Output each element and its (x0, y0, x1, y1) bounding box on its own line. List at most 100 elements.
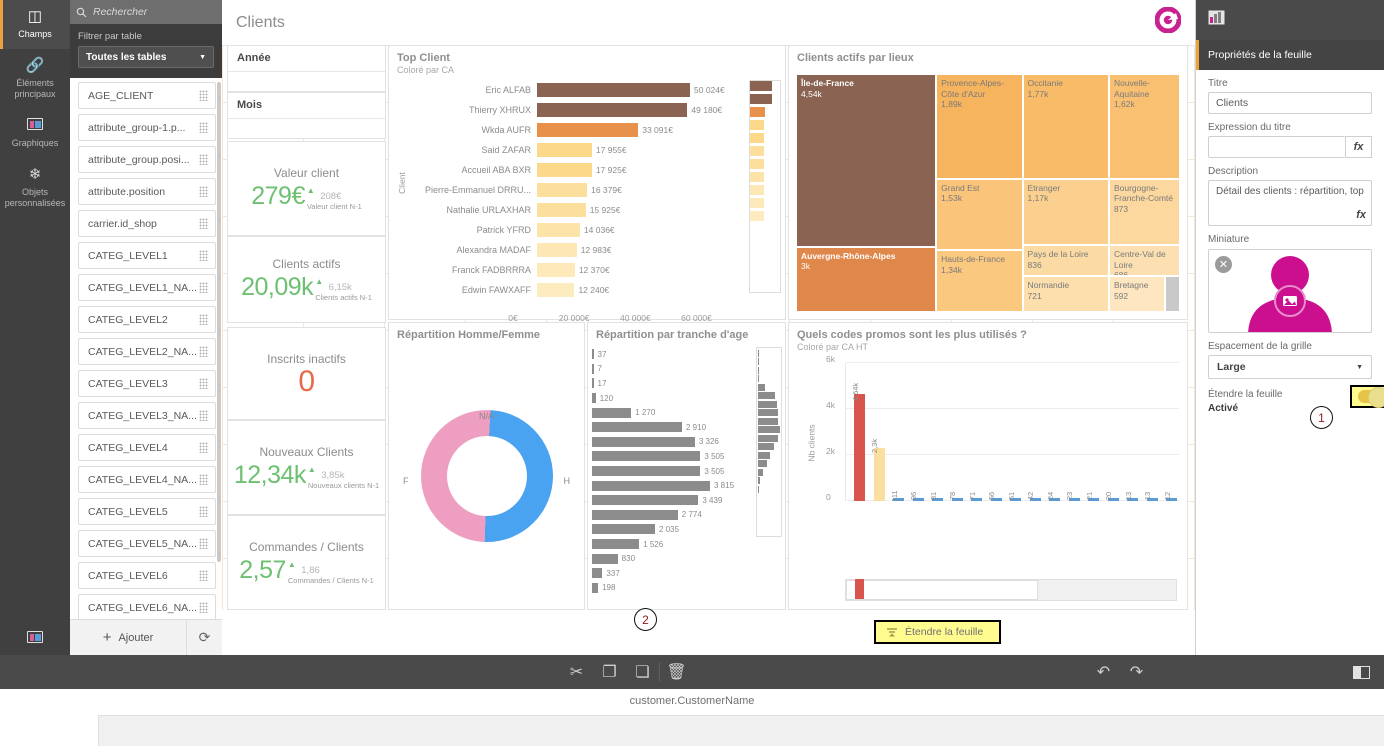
bar-chart-row[interactable]: Pierre-Emmanuel DRRU... 16 379€ (419, 180, 741, 200)
age-bar-row[interactable]: 198 (592, 581, 753, 596)
field-item[interactable]: attribute_group.posi... (78, 146, 216, 173)
bar-chart-row[interactable]: Wkda AUFR 33 091€ (419, 120, 741, 140)
chart-repartition-homme-femme[interactable]: Répartition Homme/Femme N/A H F (388, 322, 585, 610)
age-bar[interactable] (592, 451, 701, 462)
kpi-nouveaux-clients[interactable]: Nouveaux Clients 12,34k ▲ 3,85k Nouveaux… (227, 420, 386, 515)
field-item[interactable]: CATEG_LEVEL3 (78, 370, 216, 397)
bar-chart-row[interactable]: Thierry XHRUX 49 180€ (419, 100, 741, 120)
bar[interactable] (537, 283, 575, 297)
age-bar[interactable] (592, 349, 594, 360)
bar-chart-row[interactable]: Patrick YFRD 14 036€ (419, 220, 741, 240)
promo-chart-scrollbar[interactable] (845, 579, 1177, 601)
drag-handle-icon[interactable] (199, 410, 208, 421)
age-bar-row[interactable]: 3 815 (592, 478, 753, 493)
age-bar-row[interactable]: 120 (592, 391, 753, 406)
drag-handle-icon[interactable] (199, 570, 208, 581)
age-bar-row[interactable]: 7 (592, 362, 753, 377)
treemap-cell[interactable]: Bretagne 592 (1108, 276, 1165, 312)
drag-handle-icon[interactable] (199, 186, 208, 197)
treemap-cell[interactable]: Nouvelle-Aquitaine 1,62k (1108, 74, 1180, 179)
age-bar-row[interactable]: 2 035 (592, 522, 753, 537)
promo-bar[interactable]: 24 (1046, 492, 1060, 501)
field-item[interactable]: CATEG_LEVEL5 (78, 498, 216, 525)
age-bar[interactable] (592, 466, 701, 477)
promo-bar[interactable]: 13 (1143, 492, 1158, 501)
drag-handle-icon[interactable] (199, 378, 208, 389)
promo-bar[interactable]: 12 (1163, 492, 1177, 501)
field-item[interactable]: attribute_group-1.p... (78, 114, 216, 141)
bar-chart-row[interactable]: Said ZAFAR 17 955€ (419, 140, 741, 160)
field-item[interactable]: CATEG_LEVEL1_NA... (78, 274, 216, 301)
bar[interactable] (537, 163, 592, 177)
field-item[interactable]: CATEG_LEVEL1 (78, 242, 216, 269)
treemap-cell[interactable]: Auvergne-Rhône-Alpes 3k (796, 246, 937, 312)
field-item[interactable]: CATEG_LEVEL6 (78, 562, 216, 589)
age-bar-row[interactable]: 337 (592, 566, 753, 581)
cut-icon[interactable]: ✂ (560, 655, 593, 689)
drag-handle-icon[interactable] (199, 90, 208, 101)
promo-chart-scroll-thumb[interactable] (846, 579, 1038, 600)
panel-toggle-icon[interactable] (1353, 665, 1370, 679)
promo-bar[interactable]: 2,3k (870, 439, 885, 501)
filter-annee[interactable]: Année (227, 45, 386, 92)
kpi-inscrits-inactifs[interactable]: Inscrits inactifs 0 (227, 327, 386, 420)
chart-top-client[interactable]: Top Client Coloré par CA Client Eric ALF… (388, 45, 786, 323)
field-item[interactable]: carrier.id_shop (78, 210, 216, 237)
field-item[interactable]: AGE_CLIENT (78, 82, 216, 109)
rail-item-elements-principaux[interactable]: 🔗 Éléments principaux (0, 49, 70, 109)
delete-icon[interactable]: 🗑 (660, 655, 693, 689)
age-bar-row[interactable]: 3 505 (592, 464, 753, 479)
bar-chart-row[interactable]: Edwin FAWXAFF 12 240€ (419, 280, 741, 300)
sheet-properties-icon[interactable] (1208, 10, 1225, 30)
promo-bar[interactable]: 96 (909, 492, 924, 501)
rail-item-graphiques[interactable]: Graphiques (0, 109, 70, 158)
promo-bar[interactable]: 23 (1065, 492, 1080, 501)
age-bar[interactable] (592, 582, 599, 593)
bar-chart-row[interactable]: Franck FADBRRRA 12 370€ (419, 260, 741, 280)
chart-clients-actifs-par-lieux[interactable]: Clients actifs par lieux Île-de-France 4,… (788, 45, 1188, 320)
age-bar[interactable] (592, 378, 594, 389)
description-fx-button[interactable]: fx (1356, 209, 1366, 222)
bar-chart-minimap-scrollbar[interactable] (749, 80, 781, 293)
age-bar[interactable] (592, 480, 710, 491)
chart-codes-promos[interactable]: Quels codes promos sont les plus utilisé… (788, 322, 1188, 610)
chart-repartition-tranche-age[interactable]: Répartition par tranche d'age 37 7 17 120 1 … (587, 322, 786, 610)
expand-sheet-button[interactable]: Étendre la feuille (874, 620, 1002, 644)
add-field-button[interactable]: + Ajouter (70, 629, 186, 646)
table-select-dropdown[interactable]: Toutes les tables ▼ (78, 46, 214, 68)
kpi-clients-actifs[interactable]: Clients actifs 20,09k ▲ 6,15k Clients ac… (227, 236, 386, 323)
treemap-cell[interactable]: Provence-Alpes-Côte d'Azur 1,89k (936, 74, 1023, 179)
drag-handle-icon[interactable] (199, 442, 208, 453)
age-bar[interactable] (592, 436, 695, 447)
field-item[interactable]: CATEG_LEVEL4 (78, 434, 216, 461)
kpi-commandes-clients[interactable]: Commandes / Clients 2,57 ▲ 1,86 Commande… (227, 515, 386, 610)
bar[interactable] (537, 243, 577, 257)
bar[interactable] (537, 183, 588, 197)
age-bar[interactable] (592, 539, 640, 550)
rail-item-champs[interactable]: ◫ Champs (0, 0, 70, 49)
bar-chart-row[interactable]: Nathalie URLAXHAR 15 925€ (419, 200, 741, 220)
age-bar-row[interactable]: 2 910 (592, 420, 753, 435)
age-bar[interactable] (592, 393, 596, 404)
promo-bar[interactable]: 13 (1124, 492, 1138, 501)
promo-bar[interactable]: 21 (1085, 492, 1099, 501)
duplicate-icon[interactable]: ❏ (626, 655, 659, 689)
treemap-cell[interactable]: Centre-Val de Loire 686 (1108, 245, 1180, 277)
promo-bar[interactable]: 4,64k (851, 383, 865, 501)
age-bar[interactable] (592, 422, 682, 433)
bar[interactable] (537, 143, 592, 157)
bar[interactable] (537, 203, 586, 217)
treemap-cell[interactable]: Bourgogne-Franche-Comté 873 (1108, 178, 1180, 246)
description-textarea[interactable]: Détail des clients : répartition, top fx (1208, 180, 1372, 226)
bar-chart-row[interactable]: Eric ALFAB 50 024€ (419, 80, 741, 100)
age-bar[interactable] (592, 495, 699, 506)
bar[interactable] (537, 103, 688, 117)
drag-handle-icon[interactable] (199, 346, 208, 357)
age-bar[interactable] (592, 363, 594, 374)
promo-bar[interactable]: 20 (1104, 492, 1119, 501)
age-bar-row[interactable]: 37 (592, 347, 753, 362)
copy-icon[interactable]: ❐ (593, 655, 626, 689)
treemap-cell[interactable]: Normandie 721 (1022, 276, 1109, 312)
promo-bar[interactable]: 78 (948, 492, 963, 501)
age-bar[interactable] (592, 553, 618, 564)
